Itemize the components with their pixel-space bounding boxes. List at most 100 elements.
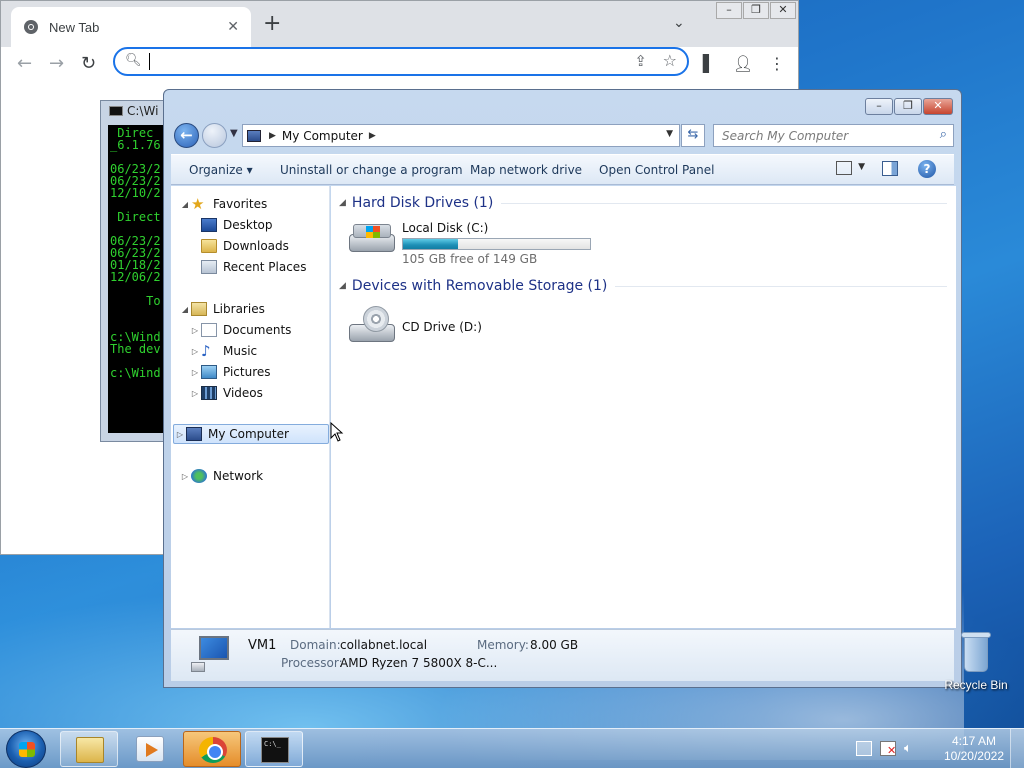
bin-can	[964, 636, 988, 672]
collapse-triangle-icon[interactable]: ◢	[339, 281, 346, 291]
nav-label: Favorites	[213, 197, 268, 211]
collapsed-triangle-icon[interactable]: ▷	[189, 368, 201, 377]
cd-disc-icon	[363, 306, 389, 332]
volume-icon[interactable]: 🔈︎	[904, 741, 920, 756]
network-disconnected-icon[interactable]: ✕	[880, 741, 896, 756]
nav-label: Documents	[223, 323, 292, 337]
view-options-caret-icon[interactable]: ▼	[858, 162, 865, 172]
expand-triangle-icon[interactable]: ◢	[179, 305, 191, 314]
minimize-button[interactable]: –	[716, 2, 742, 19]
nav-item-music[interactable]: ▷ ♪ Music	[189, 341, 257, 361]
nav-item-favorites[interactable]: ◢ ★ Favorites	[179, 194, 267, 214]
nav-item-downloads[interactable]: Downloads	[201, 236, 289, 256]
map-network-drive-button[interactable]: Map network drive	[470, 163, 582, 177]
start-button[interactable]	[6, 730, 46, 768]
collapsed-triangle-icon[interactable]: ▷	[189, 347, 201, 356]
show-desktop-button[interactable]	[1010, 729, 1024, 768]
recent-pages-caret-icon[interactable]: ▼	[230, 128, 238, 139]
processor-value: AMD Ryzen 7 5800X 8-C...	[340, 656, 498, 670]
forward-arrow-icon[interactable]: →	[49, 53, 64, 74]
taskbar-explorer-button[interactable]	[60, 731, 118, 767]
nav-item-my-computer[interactable]: ▷ My Computer	[173, 424, 329, 444]
recycle-bin-label: Recycle Bin	[944, 678, 1008, 692]
tab-close-icon[interactable]: ✕	[227, 19, 239, 35]
profile-icon[interactable]: 👤︎	[733, 54, 753, 73]
content-pane: ◢ Hard Disk Drives (1) Local Disk (C:) 1…	[331, 186, 956, 628]
share-icon[interactable]: ⇪	[634, 52, 647, 70]
search-input[interactable]: Search My Computer ⌕	[713, 124, 954, 147]
nav-item-desktop[interactable]: Desktop	[201, 215, 273, 235]
uninstall-program-button[interactable]: Uninstall or change a program	[280, 163, 463, 177]
taskbar-media-player-button[interactable]	[121, 731, 179, 767]
breadcrumb-separator-icon[interactable]: ▶	[369, 131, 376, 141]
nav-item-videos[interactable]: ▷ Videos	[189, 383, 263, 403]
nav-item-pictures[interactable]: ▷ Pictures	[189, 362, 271, 382]
libraries-icon	[191, 302, 207, 316]
tab-title: New Tab	[49, 19, 100, 35]
forward-button[interactable]	[202, 123, 227, 148]
nav-label: Music	[223, 344, 258, 358]
nav-label: Pictures	[223, 365, 271, 379]
change-view-icon[interactable]	[836, 161, 852, 175]
refresh-button[interactable]: ⇆	[681, 124, 705, 147]
nav-item-libraries[interactable]: ◢ Libraries	[179, 299, 265, 319]
breadcrumb-separator-icon[interactable]: ▶	[269, 131, 276, 141]
group-header-removable-storage[interactable]: ◢ Devices with Removable Storage (1)	[339, 278, 947, 294]
tab-search-icon[interactable]: ⌄	[673, 15, 685, 31]
collapsed-triangle-icon[interactable]: ▷	[179, 472, 191, 481]
help-icon[interactable]: ?	[918, 160, 936, 178]
organize-button[interactable]: Organize ▾	[189, 163, 253, 177]
reload-icon[interactable]: ↻	[81, 53, 96, 74]
drive-label: CD Drive (D:)	[402, 320, 482, 334]
memory-label: Memory:	[477, 638, 529, 652]
side-panel-icon[interactable]: ▌	[703, 54, 715, 73]
back-button[interactable]: ←	[174, 123, 199, 148]
close-button[interactable]: ✕	[770, 2, 796, 19]
tab-new-tab[interactable]: New Tab ✕	[11, 7, 251, 47]
recycle-bin-icon	[961, 630, 991, 674]
nav-item-documents[interactable]: ▷ Documents	[189, 320, 291, 340]
explorer-command-bar: Organize ▾ Uninstall or change a program…	[171, 154, 954, 185]
recycle-bin[interactable]: Recycle Bin	[943, 630, 1009, 692]
search-icon[interactable]: ⌕	[940, 127, 947, 142]
nav-label: Videos	[223, 386, 263, 400]
address-bar[interactable]: 🔍︎ ⇪ ☆	[113, 47, 689, 76]
preview-pane-icon[interactable]	[882, 161, 898, 176]
group-title: Hard Disk Drives (1)	[351, 195, 494, 211]
maximize-button[interactable]: ❐	[743, 2, 769, 19]
group-header-hard-disk-drives[interactable]: ◢ Hard Disk Drives (1)	[339, 195, 947, 211]
breadcrumb-my-computer[interactable]: My Computer	[282, 129, 363, 143]
collapse-triangle-icon[interactable]: ◢	[339, 198, 346, 208]
recent-places-icon	[201, 260, 217, 274]
action-center-icon[interactable]	[856, 741, 872, 756]
nav-item-recent-places[interactable]: Recent Places	[201, 257, 306, 277]
maximize-button[interactable]: ❐	[894, 98, 922, 115]
chrome-tab-strip: New Tab ✕ + ⌄ – ❐ ✕	[1, 1, 798, 47]
clock[interactable]: 4:17 AM 10/20/2022	[944, 734, 1004, 764]
nav-label: Libraries	[213, 302, 265, 316]
new-tab-button[interactable]: +	[263, 13, 281, 35]
group-divider	[615, 285, 947, 287]
chrome-window-controls: – ❐ ✕	[715, 2, 796, 19]
folder-icon	[76, 737, 104, 763]
bin-lid	[961, 632, 991, 638]
videos-icon	[201, 386, 217, 400]
bookmark-star-icon[interactable]: ☆	[663, 51, 677, 70]
menu-kebab-icon[interactable]: ⋮	[769, 54, 785, 73]
collapsed-triangle-icon[interactable]: ▷	[174, 430, 186, 439]
address-history-caret-icon[interactable]: ▼	[666, 129, 673, 139]
taskbar-chrome-button[interactable]	[183, 731, 241, 767]
open-control-panel-button[interactable]: Open Control Panel	[599, 163, 714, 177]
expand-triangle-icon[interactable]: ◢	[179, 200, 191, 209]
search-placeholder: Search My Computer	[722, 129, 849, 143]
minimize-button[interactable]: –	[865, 98, 893, 115]
back-arrow-icon[interactable]: ←	[17, 53, 32, 74]
collapsed-triangle-icon[interactable]: ▷	[189, 326, 201, 335]
breadcrumb[interactable]: ▶ My Computer ▶ ▼	[242, 124, 680, 147]
cmd-titlebar[interactable]: C:\Wi	[101, 101, 169, 121]
cmd-window[interactable]: C:\Wi Direc _6.1.76 06/23/2 06/23/2 12/1…	[100, 100, 170, 442]
taskbar-cmd-button[interactable]	[245, 731, 303, 767]
nav-item-network[interactable]: ▷ Network	[179, 466, 263, 486]
close-button[interactable]: ✕	[923, 98, 953, 115]
collapsed-triangle-icon[interactable]: ▷	[189, 389, 201, 398]
